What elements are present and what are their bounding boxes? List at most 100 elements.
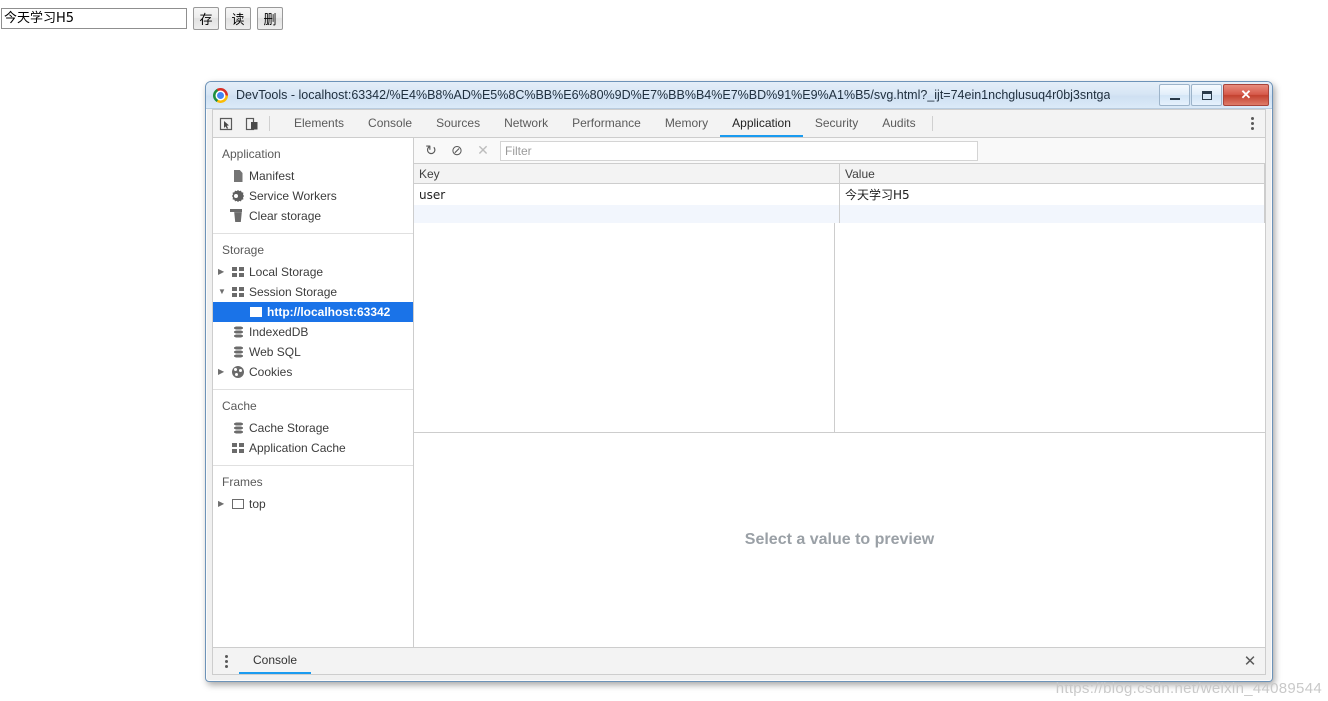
- column-header-value[interactable]: Value: [839, 164, 1265, 184]
- preview-message: Select a value to preview: [744, 531, 935, 548]
- sidebar-item-top-frame[interactable]: top: [213, 494, 413, 514]
- table-row[interactable]: user 今天学习H5: [414, 183, 1265, 205]
- sidebar-item-cache-storage[interactable]: Cache Storage: [213, 418, 413, 438]
- cell-key-empty[interactable]: [414, 205, 840, 223]
- save-button[interactable]: 存: [193, 7, 219, 30]
- sidebar-item-label: IndexedDB: [249, 325, 309, 339]
- sidebar-item-local-storage[interactable]: Local Storage: [213, 262, 413, 282]
- drawer-tab-console[interactable]: Console: [239, 648, 312, 674]
- refresh-icon[interactable]: ↻: [418, 139, 444, 163]
- devtools-tab-list: Elements Console Sources Network Perform…: [282, 110, 928, 137]
- maximize-icon: [1201, 90, 1212, 100]
- tab-sources[interactable]: Sources: [424, 110, 492, 137]
- tab-application[interactable]: Application: [720, 110, 803, 137]
- frame-icon: [229, 497, 247, 511]
- tab-audits[interactable]: Audits: [870, 110, 927, 137]
- tab-elements[interactable]: Elements: [282, 110, 356, 137]
- minimize-icon: [1169, 95, 1180, 100]
- tab-security[interactable]: Security: [803, 110, 870, 137]
- sidebar-item-web-sql[interactable]: Web SQL: [213, 342, 413, 362]
- cell-key[interactable]: user: [414, 183, 840, 205]
- clear-all-icon[interactable]: ⊘: [444, 139, 470, 163]
- sidebar-item-label: Cookies: [249, 365, 293, 379]
- console-drawer: Console ✕: [213, 647, 1265, 674]
- sidebar-group-cache: Cache Cache Storage Application Cache: [213, 390, 413, 466]
- table-header-row: Key Value: [414, 164, 1265, 184]
- gear-icon: [229, 189, 247, 203]
- devtools-panel: Elements Console Sources Network Perform…: [212, 109, 1266, 675]
- storage-table-wrap: Key Value user 今天学习H5: [414, 164, 1265, 433]
- minimize-button[interactable]: [1159, 84, 1190, 106]
- chevron-right-icon[interactable]: [218, 268, 229, 276]
- delete-button[interactable]: 删: [257, 7, 283, 30]
- column-header-key[interactable]: Key: [414, 164, 840, 184]
- grid-icon: [229, 285, 247, 299]
- sidebar-item-session-origin[interactable]: http://localhost:63342: [213, 302, 413, 322]
- tab-network[interactable]: Network: [492, 110, 560, 137]
- database-icon: [229, 421, 247, 435]
- sidebar-item-cookies[interactable]: Cookies: [213, 362, 413, 382]
- window-title: DevTools - localhost:63342/%E4%B8%AD%E5%…: [236, 88, 1111, 102]
- cell-value[interactable]: 今天学习H5: [839, 183, 1265, 205]
- sidebar-item-label: Clear storage: [249, 209, 322, 223]
- more-tools-icon[interactable]: [1239, 110, 1265, 137]
- grid-icon: [229, 441, 247, 455]
- window-titlebar[interactable]: DevTools - localhost:63342/%E4%B8%AD%E5%…: [206, 82, 1272, 109]
- toolbar-divider: [269, 116, 270, 131]
- sidebar-item-label: Session Storage: [249, 285, 338, 299]
- chevron-down-icon[interactable]: [218, 288, 229, 296]
- cell-value-empty[interactable]: [839, 205, 1265, 223]
- tab-console[interactable]: Console: [356, 110, 424, 137]
- sidebar-group-storage: Storage Local Storage Session Storage ht…: [213, 234, 413, 390]
- drawer-menu-icon[interactable]: [213, 648, 239, 674]
- close-drawer-button[interactable]: ✕: [1235, 648, 1265, 674]
- table-empty-key-col: [414, 223, 835, 432]
- grid-icon: [247, 305, 265, 319]
- sidebar-item-indexeddb[interactable]: IndexedDB: [213, 322, 413, 342]
- chevron-right-icon[interactable]: [218, 368, 229, 376]
- sidebar-group-application: Application Manifest Service Workers Cle…: [213, 138, 413, 234]
- watermark: https://blog.csdn.net/weixin_44089544: [1055, 680, 1322, 697]
- sidebar-item-label: Application Cache: [249, 441, 346, 455]
- devtools-tabbar: Elements Console Sources Network Perform…: [213, 110, 1265, 138]
- sidebar-group-title-storage: Storage: [222, 243, 265, 257]
- inspect-element-icon[interactable]: [213, 110, 239, 137]
- chrome-logo-icon: [213, 87, 228, 103]
- sidebar-item-label: Local Storage: [249, 265, 324, 279]
- chevron-right-icon[interactable]: [218, 500, 229, 508]
- window-controls: ✕: [1159, 84, 1269, 106]
- storage-toolbar: ↻ ⊘ ✕: [414, 138, 1265, 164]
- table-empty-value-col: [835, 223, 1265, 432]
- application-sidebar: Application Manifest Service Workers Cle…: [213, 138, 414, 647]
- tab-memory[interactable]: Memory: [653, 110, 720, 137]
- table-row-empty[interactable]: [414, 205, 1265, 223]
- sidebar-item-clear-storage[interactable]: Clear storage: [213, 206, 413, 226]
- sidebar-item-session-storage[interactable]: Session Storage: [213, 282, 413, 302]
- page-form: 存 读 删: [0, 0, 283, 34]
- sidebar-item-service-workers[interactable]: Service Workers: [213, 186, 413, 206]
- table-empty-area: [414, 223, 1265, 432]
- sidebar-group-title-application: Application: [222, 147, 281, 161]
- trash-icon: [229, 209, 247, 223]
- sidebar-item-application-cache[interactable]: Application Cache: [213, 438, 413, 458]
- sidebar-group-title-frames: Frames: [222, 475, 263, 489]
- device-toolbar-icon[interactable]: [239, 110, 265, 137]
- maximize-button[interactable]: [1191, 84, 1222, 106]
- devtools-window: DevTools - localhost:63342/%E4%B8%AD%E5%…: [205, 81, 1273, 682]
- storage-value-input[interactable]: [1, 8, 187, 29]
- sidebar-item-label: Service Workers: [249, 189, 337, 203]
- sidebar-item-label: Cache Storage: [249, 421, 330, 435]
- delete-selected-icon[interactable]: ✕: [470, 139, 496, 163]
- read-button[interactable]: 读: [225, 7, 251, 30]
- value-preview-pane: Select a value to preview: [414, 433, 1265, 647]
- sidebar-group-frames: Frames top: [213, 466, 413, 521]
- tab-performance[interactable]: Performance: [560, 110, 653, 137]
- sidebar-item-manifest[interactable]: Manifest: [213, 166, 413, 186]
- sidebar-group-title-cache: Cache: [222, 399, 257, 413]
- filter-input[interactable]: [500, 140, 978, 161]
- database-icon: [229, 345, 247, 359]
- document-icon: [229, 169, 247, 183]
- sidebar-item-label: top: [249, 497, 266, 511]
- grid-icon: [229, 265, 247, 279]
- close-window-button[interactable]: ✕: [1223, 84, 1269, 106]
